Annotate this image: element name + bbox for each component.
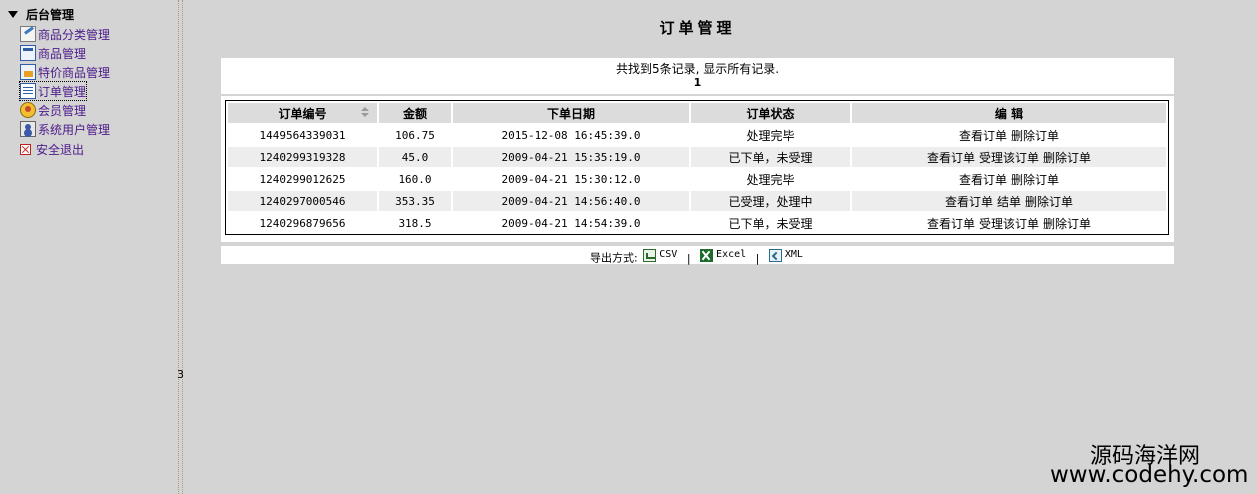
export-excel-label: Excel — [716, 249, 747, 260]
goods-window-icon — [20, 45, 36, 61]
cell-amount: 353.35 — [379, 191, 451, 211]
export-xml-label: XML — [784, 249, 803, 260]
order-list-icon — [20, 83, 36, 99]
page-title: 订单管理 — [659, 19, 736, 37]
cell-date: 2015-12-08 16:45:39.0 — [453, 125, 689, 145]
cell-status: 处理完毕 — [691, 125, 850, 145]
order-table: 订单编号 金额 下单日期 订单状态 编 辑 1449564339031 106.… — [226, 101, 1168, 235]
cell-status: 处理完毕 — [691, 169, 850, 189]
cell-status: 已受理，处理中 — [691, 191, 850, 211]
export-excel-link[interactable]: Excel — [700, 246, 746, 264]
cell-date: 2009-04-21 14:54:39.0 — [453, 213, 689, 233]
cell-order-id: 1240299319328 — [228, 147, 377, 167]
tree-root[interactable]: 后台管理 — [8, 6, 74, 22]
sidebar-item-category[interactable]: 商品分类管理 — [20, 25, 110, 43]
record-summary: 共找到5条记录, 显示所有记录. — [615, 62, 780, 76]
table-row: 1240299319328 45.0 2009-04-21 15:35:19.0… — [228, 147, 1166, 167]
export-bar: 导出方式: CSV | Excel | XML — [221, 246, 1174, 265]
watermark-url: www.codehy.com — [1050, 462, 1249, 488]
cell-amount: 106.75 — [379, 125, 451, 145]
export-xml-link[interactable]: XML — [768, 246, 803, 264]
view-order-link[interactable]: 查看订单 — [927, 151, 975, 165]
delete-order-link[interactable]: 删除订单 — [1011, 129, 1059, 143]
cell-actions: 查看订单 删除订单 — [852, 125, 1166, 145]
export-separator: | — [686, 251, 691, 265]
cell-status: 已下单，未受理 — [691, 213, 850, 233]
sidebar-item-special-goods[interactable]: 特价商品管理 — [20, 63, 110, 81]
table-header-row: 订单编号 金额 下单日期 订单状态 编 辑 — [228, 103, 1166, 123]
cell-status: 已下单，未受理 — [691, 147, 850, 167]
sidebar-item-label: 系统用户管理 — [38, 122, 111, 137]
accept-order-link[interactable]: 受理该订单 — [979, 217, 1039, 231]
column-header-date: 下单日期 — [453, 103, 689, 123]
cell-order-id: 1449564339031 — [228, 125, 377, 145]
exit-icon — [20, 143, 31, 155]
sidebar-item-members[interactable]: 会员管理 — [20, 101, 86, 119]
csv-file-icon — [643, 248, 657, 262]
view-order-link[interactable]: 查看订单 — [927, 217, 975, 231]
summary-box: 共找到5条记录, 显示所有记录. 1 — [221, 58, 1174, 94]
sidebar-item-system-users[interactable]: 系统用户管理 — [20, 120, 110, 138]
view-order-link[interactable]: 查看订单 — [959, 129, 1007, 143]
sidebar-item-label: 商品管理 — [38, 46, 87, 61]
cell-date: 2009-04-21 15:35:19.0 — [453, 147, 689, 167]
cell-order-id: 1240299012625 — [228, 169, 377, 189]
export-csv-link[interactable]: CSV — [643, 246, 677, 264]
order-table-container: 订单编号 金额 下单日期 订单状态 编 辑 1449564339031 106.… — [225, 100, 1169, 235]
export-separator: | — [755, 251, 760, 265]
sidebar-item-goods[interactable]: 商品管理 — [20, 44, 86, 62]
column-header-status: 订单状态 — [691, 103, 850, 123]
sidebar-item-orders[interactable]: 订单管理 — [18, 81, 88, 101]
member-icon — [20, 102, 36, 118]
table-row: 1449564339031 106.75 2015-12-08 16:45:39… — [228, 125, 1166, 145]
cell-date: 2009-04-21 15:30:12.0 — [453, 169, 689, 189]
cell-order-id: 1240297000546 — [228, 191, 377, 211]
delete-order-link[interactable]: 删除订单 — [1011, 173, 1059, 187]
frame-splitter[interactable] — [178, 0, 183, 494]
table-row: 1240296879656 318.5 2009-04-21 14:54:39.… — [228, 213, 1166, 233]
system-user-icon — [20, 121, 36, 137]
sidebar-item-label: 安全退出 — [36, 142, 85, 157]
special-goods-icon — [20, 64, 36, 80]
edit-category-icon — [20, 26, 36, 42]
excel-file-icon — [700, 248, 714, 262]
export-label: 导出方式: — [590, 251, 638, 265]
cell-actions: 查看订单 删除订单 — [852, 169, 1166, 189]
delete-order-link[interactable]: 删除订单 — [1043, 151, 1091, 165]
column-header-edit: 编 辑 — [852, 103, 1166, 123]
accept-order-link[interactable]: 受理该订单 — [979, 151, 1039, 165]
sidebar: 后台管理 商品分类管理 商品管理 特价商品管理 订单管理 会员管理 系统用户管理… — [0, 0, 178, 494]
column-header-label: 订单编号 — [278, 106, 327, 121]
cell-actions: 查看订单 受理该订单 删除订单 — [852, 213, 1166, 233]
cell-amount: 160.0 — [379, 169, 451, 189]
cell-order-id: 1240296879656 — [228, 213, 377, 233]
page-number-link[interactable]: 1 — [221, 76, 1174, 90]
sidebar-item-logout[interactable]: 安全退出 — [20, 140, 84, 158]
sidebar-item-label: 会员管理 — [38, 103, 87, 118]
caret-down-icon[interactable] — [8, 10, 18, 18]
table-frame: 订单编号 金额 下单日期 订单状态 编 辑 1449564339031 106.… — [221, 96, 1174, 242]
tree-root-label: 后台管理 — [26, 7, 75, 22]
table-row: 1240297000546 353.35 2009-04-21 14:56:40… — [228, 191, 1166, 211]
export-csv-label: CSV — [659, 249, 678, 260]
column-header-amount: 金额 — [379, 103, 451, 123]
cell-amount: 45.0 — [379, 147, 451, 167]
view-order-link[interactable]: 查看订单 — [945, 195, 993, 209]
cell-amount: 318.5 — [379, 213, 451, 233]
close-order-link[interactable]: 结单 — [997, 195, 1021, 209]
delete-order-link[interactable]: 删除订单 — [1025, 195, 1073, 209]
view-order-link[interactable]: 查看订单 — [959, 173, 1007, 187]
splitter-label: 3 — [177, 368, 184, 381]
xml-file-icon — [768, 248, 782, 262]
sidebar-item-label: 订单管理 — [38, 84, 87, 99]
cell-date: 2009-04-21 14:56:40.0 — [453, 191, 689, 211]
column-header-order-id[interactable]: 订单编号 — [228, 103, 377, 123]
table-row: 1240299012625 160.0 2009-04-21 15:30:12.… — [228, 169, 1166, 189]
delete-order-link[interactable]: 删除订单 — [1043, 217, 1091, 231]
sort-icon[interactable] — [361, 107, 369, 117]
cell-actions: 查看订单 结单 删除订单 — [852, 191, 1166, 211]
cell-actions: 查看订单 受理该订单 删除订单 — [852, 147, 1166, 167]
sidebar-item-label: 特价商品管理 — [38, 65, 111, 80]
sidebar-item-label: 商品分类管理 — [38, 27, 111, 42]
